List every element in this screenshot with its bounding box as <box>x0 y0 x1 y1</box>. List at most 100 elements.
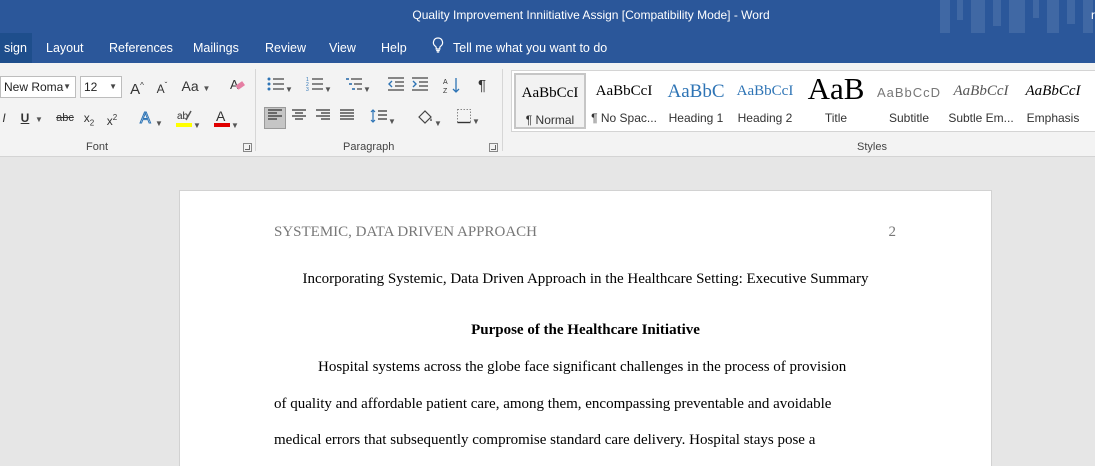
style-subtitle[interactable]: AaBbCcD Subtitle <box>873 73 945 129</box>
tab-mailings[interactable]: Mailings <box>189 33 243 63</box>
chevron-down-icon: ▼ <box>63 82 71 91</box>
style-sample: AaBbCcI <box>595 83 653 99</box>
show-formatting-marks-button[interactable]: ¶ <box>473 76 491 98</box>
italic-icon: I <box>2 111 6 125</box>
borders-button[interactable]: ▼ <box>452 108 484 130</box>
tab-review[interactable]: Review <box>261 33 310 63</box>
style-label: ¶ Normal <box>525 113 575 127</box>
grow-font-icon: A^ <box>130 81 144 98</box>
document-page[interactable]: SYSTEMIC, DATA DRIVEN APPROACH 2 Incorpo… <box>179 190 992 466</box>
tab-help[interactable]: Help <box>377 33 411 63</box>
style-heading-2[interactable]: AaBbCcI Heading 2 <box>729 73 801 129</box>
style-normal[interactable]: AaBbCcI ¶ Normal <box>514 73 586 129</box>
style-no-spacing[interactable]: AaBbCcI ¶ No Spac... <box>588 73 660 129</box>
align-right-button[interactable] <box>313 108 333 130</box>
svg-text:A: A <box>443 79 448 86</box>
shrink-font-icon: Aˇ <box>156 81 168 96</box>
multilevel-list-button[interactable]: ▼ <box>342 76 374 98</box>
shrink-font-button[interactable]: Aˇ <box>153 76 171 98</box>
subscript-icon: x2 <box>83 111 95 128</box>
align-center-button[interactable] <box>289 108 309 130</box>
font-name-box[interactable]: New Roma ▼ <box>0 76 76 98</box>
style-title[interactable]: AaB Title <box>801 73 871 129</box>
text-effects-button[interactable]: A ▼ <box>136 108 166 130</box>
account-initial[interactable]: r <box>1091 8 1095 22</box>
bullets-button[interactable]: ▼ <box>264 76 296 98</box>
line-spacing-icon <box>370 109 388 123</box>
svg-text:3: 3 <box>306 87 309 92</box>
grow-font-button[interactable]: A^ <box>128 76 146 98</box>
bullets-icon <box>267 77 285 91</box>
style-label: Heading 2 <box>737 111 793 125</box>
strikethrough-button[interactable]: abc <box>54 108 76 130</box>
title-bar: Quality Improvement Inniitiative Assign … <box>0 0 1095 33</box>
style-sample: AaBbC <box>667 81 725 102</box>
paragraph-line: medical errors that subsequently comprom… <box>274 432 816 448</box>
style-label: Heading 1 <box>668 111 724 125</box>
italic-button[interactable]: I <box>0 108 8 130</box>
font-size-box[interactable]: 12 ▼ <box>80 76 122 98</box>
style-label: Subtitle <box>888 111 930 125</box>
paint-bucket-icon <box>418 110 432 124</box>
styles-gallery: AaBbCcI ¶ Normal AaBbCcI ¶ No Spac... Aa… <box>511 70 1095 132</box>
style-emphasis[interactable]: AaBbCcI Emphasis <box>1017 73 1089 129</box>
tell-me-box[interactable]: Tell me what you want to do <box>432 33 607 63</box>
tab-references[interactable]: References <box>105 33 177 63</box>
running-head: SYSTEMIC, DATA DRIVEN APPROACH <box>274 224 538 240</box>
highlighter-icon: ab <box>176 110 193 127</box>
decrease-indent-icon <box>388 77 404 91</box>
style-sample: AaBbCcI <box>736 83 794 99</box>
chevron-down-icon: ▼ <box>285 85 293 94</box>
align-center-icon <box>292 109 306 120</box>
decrease-indent-button[interactable] <box>386 76 406 98</box>
font-size-value: 12 <box>84 80 98 94</box>
font-dialog-launcher[interactable] <box>243 143 252 152</box>
chevron-down-icon: ▼ <box>155 119 163 128</box>
font-color-button[interactable]: A ▼ <box>210 108 242 130</box>
highlight-color-button[interactable]: ab ▼ <box>172 108 204 130</box>
window-title: Quality Improvement Inniitiative Assign … <box>412 8 770 22</box>
superscript-button[interactable]: x2 <box>104 108 120 130</box>
page-number: 2 <box>888 224 897 240</box>
paragraph-line: of quality and affordable patient care, … <box>274 396 832 412</box>
svg-text:Z: Z <box>443 88 448 94</box>
font-color-icon: A <box>214 108 231 127</box>
change-case-button[interactable]: Aa ▼ <box>180 76 212 98</box>
numbering-button[interactable]: 1 2 3 ▼ <box>303 76 335 98</box>
style-heading-1[interactable]: AaBbC Heading 1 <box>657 73 735 129</box>
line-spacing-button[interactable]: ▼ <box>367 108 399 130</box>
sort-button[interactable]: AZ <box>442 76 462 98</box>
tab-layout[interactable]: Layout <box>42 33 88 63</box>
tab-view[interactable]: View <box>325 33 360 63</box>
chevron-down-icon: ▼ <box>434 119 442 128</box>
increase-indent-icon <box>412 77 428 91</box>
underline-button[interactable]: U <box>18 108 32 130</box>
paragraph-dialog-launcher[interactable] <box>489 143 498 152</box>
numbering-icon: 123 <box>306 77 324 93</box>
style-label: ¶ No Spac... <box>591 111 657 125</box>
underline-dropdown[interactable]: ▼ <box>34 108 44 130</box>
paragraph-group-label: Paragraph <box>343 141 395 153</box>
lightbulb-icon <box>432 34 444 64</box>
style-subtle-emphasis[interactable]: AaBbCcI Subtle Em... <box>945 73 1017 129</box>
styles-group-label: Styles <box>857 141 887 153</box>
tab-design[interactable]: sign <box>0 33 32 63</box>
document-title: Incorporating Systemic, Data Driven Appr… <box>302 271 869 287</box>
underline-icon: U <box>20 111 30 125</box>
font-name-value: New Roma <box>4 80 64 94</box>
subscript-button[interactable]: x2 <box>81 108 97 130</box>
chevron-down-icon: ▼ <box>193 121 201 130</box>
style-sample: AaBbCcI <box>1025 83 1081 99</box>
shading-button[interactable]: ▼ <box>413 108 445 130</box>
align-left-button[interactable] <box>264 107 286 129</box>
justify-button[interactable] <box>337 108 357 130</box>
increase-indent-button[interactable] <box>410 76 430 98</box>
style-sample: AaBbCcD <box>876 85 942 100</box>
clear-formatting-button[interactable]: A <box>227 76 247 98</box>
chevron-down-icon: ▼ <box>109 82 117 91</box>
superscript-icon: x2 <box>106 113 118 128</box>
chevron-down-icon: ▼ <box>324 85 332 94</box>
multilevel-list-icon <box>346 78 363 90</box>
borders-icon <box>457 109 472 124</box>
align-left-icon <box>268 109 282 120</box>
